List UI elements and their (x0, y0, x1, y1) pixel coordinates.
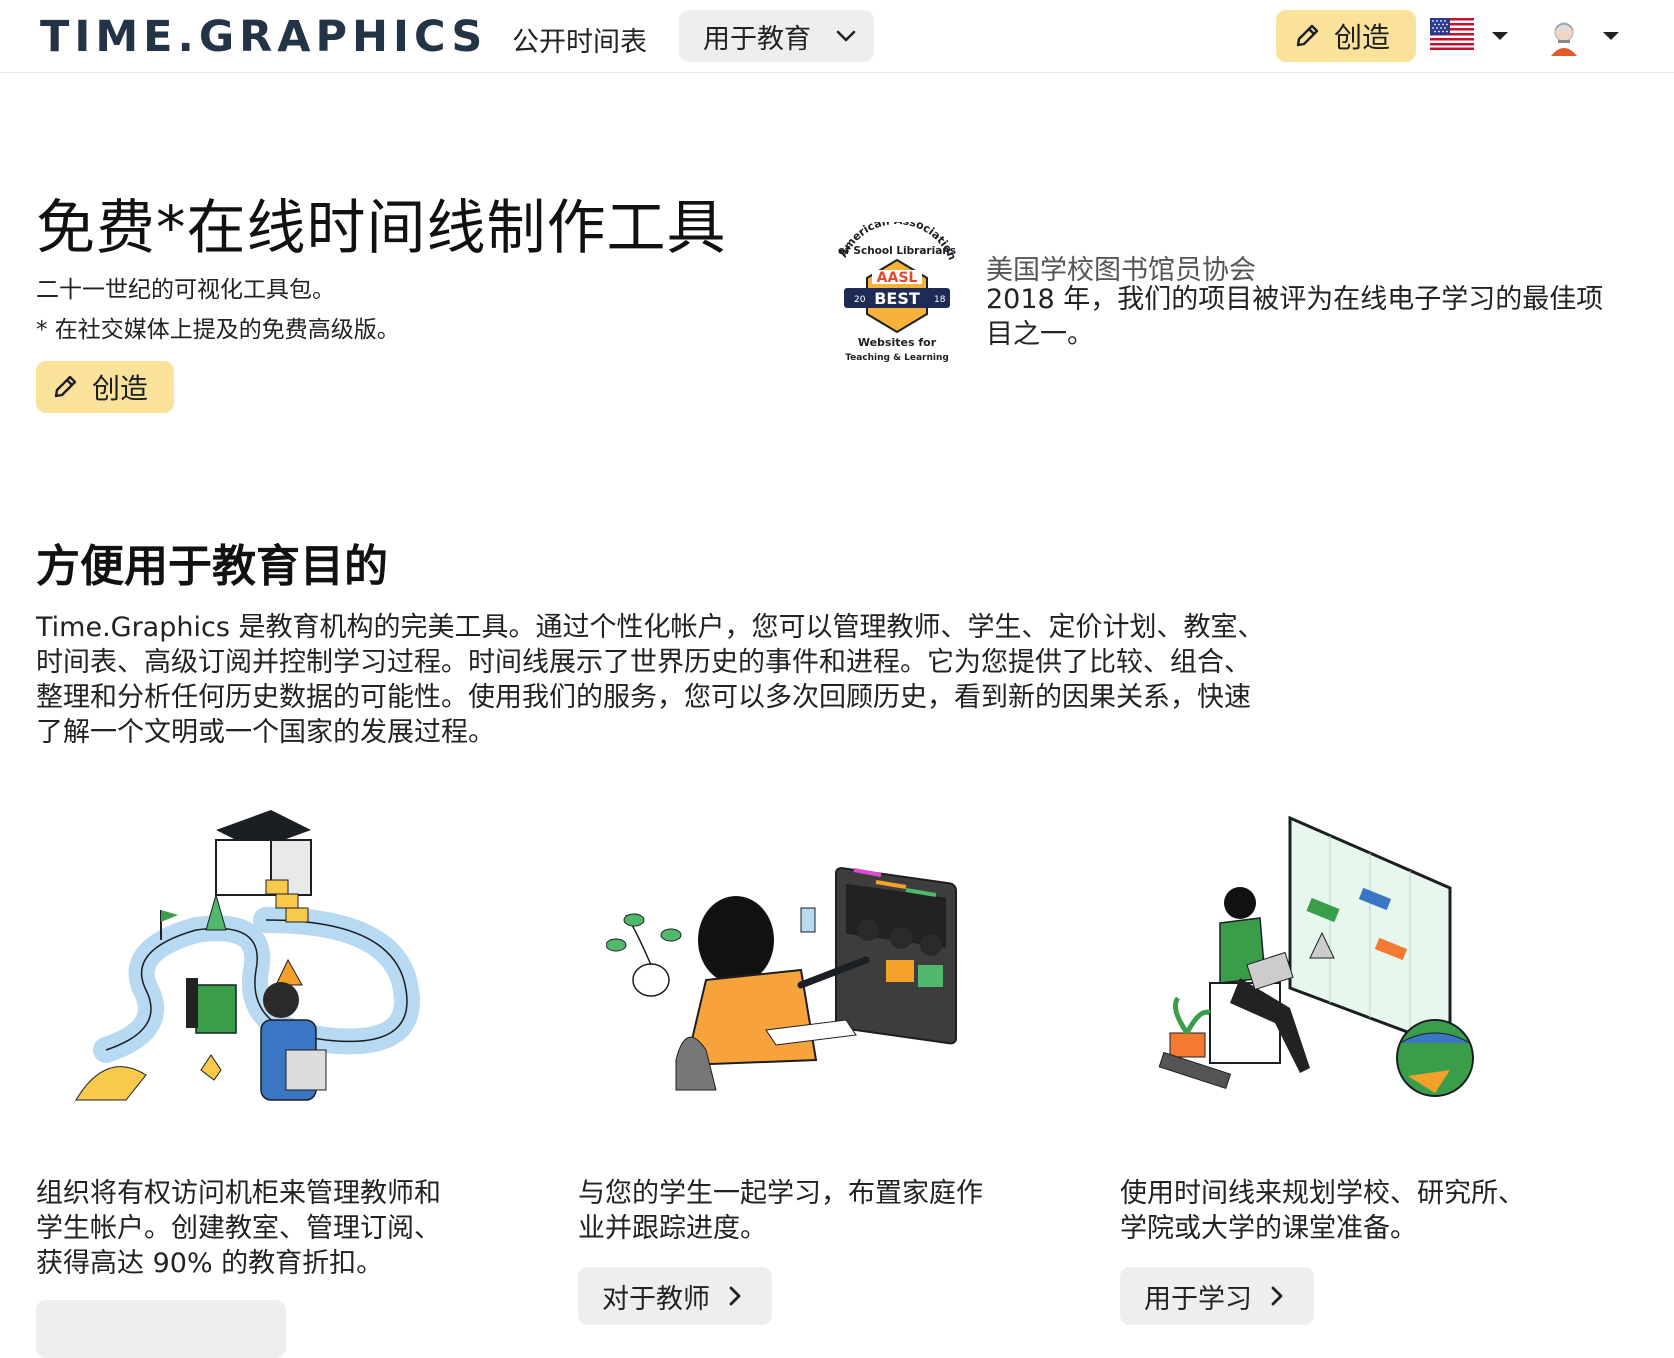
badge-aasl: AASL (877, 270, 918, 286)
video-class-illustration (606, 867, 957, 1091)
caret-down-icon (1492, 32, 1508, 40)
badge-line2: of School Librarians (838, 245, 956, 257)
pencil-icon (1296, 24, 1319, 47)
badge-best: BEST (874, 289, 920, 308)
user-avatar-icon (1551, 22, 1577, 56)
for-teachers-button[interactable]: 对于教师 (578, 1267, 772, 1325)
create-label: 创造 (92, 372, 149, 405)
nav-public-timelines[interactable]: 公开时间表 (512, 20, 647, 59)
chevron-right-icon (729, 1286, 741, 1306)
caret-down-icon (1603, 32, 1619, 40)
pencil-icon (54, 375, 77, 398)
aasl-badge-logo: American Association of School Librarian… (836, 222, 958, 363)
create-button-header[interactable]: 创造 (1276, 10, 1416, 62)
top-navbar: TIME.GRAPHICS 公开时间表 用于教育 创造 (0, 0, 1674, 73)
chevron-right-icon (1271, 1286, 1283, 1306)
language-selector[interactable] (1430, 18, 1508, 54)
for-study-label: 用于学习 (1144, 1283, 1252, 1315)
lesson-planning-illustration (1158, 815, 1474, 1097)
us-flag-icon (1430, 18, 1474, 50)
create-button-hero[interactable]: 创造 (36, 361, 174, 413)
card-organizations-text: 组织将有权访问机柜来管理教师和学生帐户。创建教室、管理订阅、获得高达 90% 的… (36, 1178, 441, 1279)
site-logo[interactable]: TIME.GRAPHICS (40, 12, 487, 62)
hero-footnote: * 在社交媒体上提及的免费高级版。 (36, 317, 400, 343)
create-label: 创造 (1334, 21, 1391, 54)
for-teachers-label: 对于教师 (602, 1283, 710, 1315)
badge-bottom2: Teaching & Learning (845, 353, 949, 363)
card-study-text: 使用时间线来规划学校、研究所、学院或大学的课堂准备。 (1120, 1178, 1525, 1244)
hero-subtitle: 二十一世纪的可视化工具包。 (36, 277, 335, 303)
badge-year-right: 18 (934, 295, 946, 305)
user-menu[interactable] (1547, 20, 1619, 56)
badge-year-left: 20 (854, 295, 866, 305)
for-study-button[interactable]: 用于学习 (1120, 1267, 1314, 1325)
chevron-down-icon (836, 30, 856, 42)
badge-bottom1: Websites for (858, 336, 937, 349)
hero-title: 免费*在线时间线制作工具 (36, 193, 727, 262)
card-organizations-button[interactable] (36, 1300, 286, 1358)
education-heading: 方便用于教育目的 (36, 541, 388, 592)
nav-education-label: 用于教育 (703, 23, 811, 55)
education-paragraph: Time.Graphics 是教育机构的完美工具。通过个性化帐户，您可以管理教师… (36, 612, 1265, 748)
award-description: 2018 年，我们的项目被评为在线电子学习的最佳项目之一。 (986, 284, 1604, 350)
nav-education-dropdown[interactable]: 用于教育 (679, 10, 874, 62)
card-teachers-text: 与您的学生一起学习，布置家庭作业并跟踪进度。 (578, 1178, 983, 1244)
learning-path-illustration (75, 810, 420, 1101)
